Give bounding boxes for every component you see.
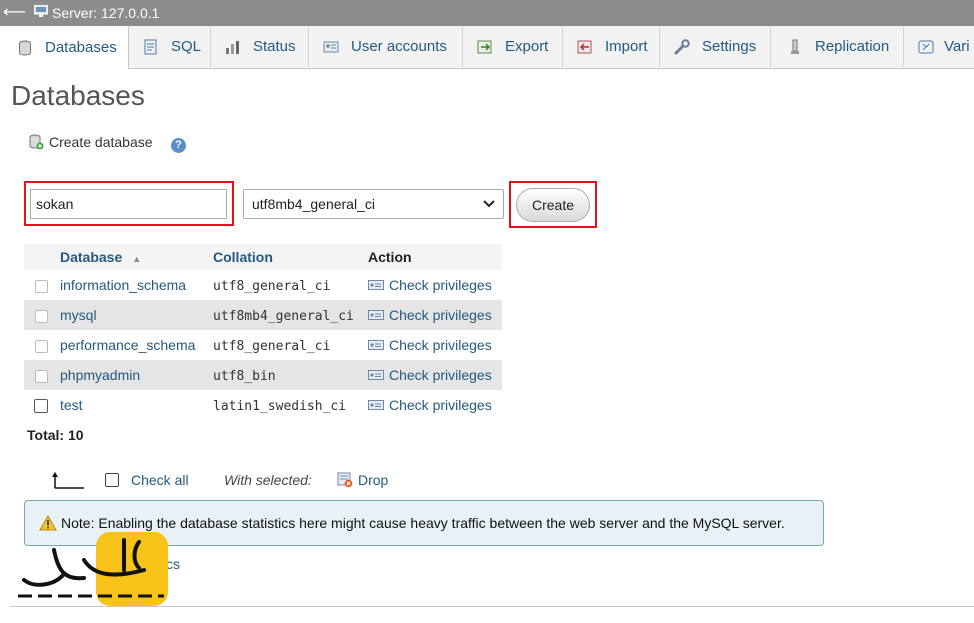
drop-label[interactable]: Drop xyxy=(358,472,388,488)
warning-icon xyxy=(39,515,57,531)
privileges-icon xyxy=(368,310,384,320)
drop-button[interactable]: Drop xyxy=(337,472,388,488)
drop-icon xyxy=(337,472,353,488)
database-icon xyxy=(17,40,33,56)
column-header-database[interactable]: Database ▲ xyxy=(60,244,213,270)
main-tab-bar: Databases SQL Status User accounts Expor… xyxy=(0,26,974,69)
privileges-icon xyxy=(368,370,384,380)
help-icon[interactable]: ? xyxy=(171,138,186,153)
table-row: test latin1_swedish_ci Check privileges xyxy=(24,390,502,420)
export-icon xyxy=(477,39,493,55)
row-checkbox[interactable] xyxy=(35,369,48,383)
check-all-checkbox[interactable] xyxy=(105,473,119,487)
note-text: Note: Enabling the database statistics h… xyxy=(61,515,785,531)
database-link[interactable]: phpmyadmin xyxy=(60,367,140,383)
create-database-label: Create database xyxy=(49,134,153,150)
total-count: Total: 10 xyxy=(27,427,84,443)
check-privileges-link[interactable]: Check privileges xyxy=(368,367,492,383)
server-label[interactable]: Server: 127.0.0.1 xyxy=(52,5,159,21)
databases-table: Database ▲ Collation Action information_s… xyxy=(24,244,502,420)
collation-value: latin1_swedish_ci xyxy=(213,398,347,414)
variables-icon xyxy=(918,39,934,55)
page-title: Databases xyxy=(11,80,145,111)
privileges-icon xyxy=(368,340,384,350)
table-header-row: Database ▲ Collation Action xyxy=(24,244,502,270)
collation-value: utf8mb4_general_ci xyxy=(213,308,354,324)
privileges-icon xyxy=(368,400,384,410)
tab-variables[interactable]: Vari xyxy=(904,26,974,67)
row-checkbox[interactable] xyxy=(35,339,48,353)
privileges-icon xyxy=(368,280,384,290)
database-name-input[interactable] xyxy=(30,189,227,219)
tab-replication[interactable]: Replication xyxy=(771,26,904,67)
tab-status[interactable]: Status xyxy=(211,26,309,67)
table-row: phpmyadmin utf8_bin Check privileges xyxy=(24,360,502,390)
database-link[interactable]: information_schema xyxy=(60,277,186,293)
tab-label: Import xyxy=(605,38,648,55)
wrench-icon xyxy=(674,38,690,55)
column-header-collation[interactable]: Collation xyxy=(213,244,368,270)
import-icon xyxy=(577,39,593,55)
chevron-down-icon xyxy=(483,200,495,208)
check-privileges-link[interactable]: Check privileges xyxy=(368,307,492,323)
tab-label: SQL xyxy=(171,38,202,55)
database-link[interactable]: mysql xyxy=(60,307,97,323)
database-link[interactable]: test xyxy=(60,397,83,413)
server-icon xyxy=(34,5,48,17)
tab-import[interactable]: Import xyxy=(563,26,660,67)
sql-icon xyxy=(143,39,159,55)
collation-value: utf8_general_ci xyxy=(213,278,331,294)
create-database-heading: Create database xyxy=(28,134,153,150)
check-privileges-link[interactable]: Check privileges xyxy=(368,277,492,293)
create-button[interactable]: Create xyxy=(516,188,590,222)
with-selected-label: With selected: xyxy=(224,472,312,488)
check-privileges-link[interactable]: Check privileges xyxy=(368,337,492,353)
collation-value: utf8_general_ci xyxy=(213,338,331,354)
table-row: performance_schema utf8_general_ci Check… xyxy=(24,330,502,360)
check-all[interactable]: Check all xyxy=(105,472,189,488)
row-checkbox[interactable] xyxy=(34,399,48,414)
column-header-action: Action xyxy=(368,244,502,270)
tab-export[interactable]: Export xyxy=(463,26,563,67)
tab-label: Settings xyxy=(702,38,757,55)
database-add-icon xyxy=(29,134,44,150)
tab-label: Export xyxy=(505,38,549,55)
table-row: mysql utf8mb4_general_ci Check privilege… xyxy=(24,300,502,330)
tab-label: Status xyxy=(253,38,296,55)
footer-divider xyxy=(10,606,974,607)
database-link[interactable]: performance_schema xyxy=(60,337,195,353)
server-breadcrumb-bar: ⟵ Server: 127.0.0.1 xyxy=(0,0,974,26)
collation-selected-value: utf8mb4_general_ci xyxy=(252,196,375,212)
tab-label: Vari xyxy=(944,38,970,55)
tab-label: Databases xyxy=(45,39,117,56)
tab-sql[interactable]: SQL xyxy=(129,26,211,67)
replication-icon xyxy=(787,39,803,55)
tab-databases[interactable]: Databases xyxy=(0,26,129,69)
check-all-label[interactable]: Check all xyxy=(131,472,189,488)
select-arrow-icon xyxy=(52,472,84,489)
row-checkbox[interactable] xyxy=(35,309,48,323)
row-checkbox[interactable] xyxy=(35,279,48,293)
collation-value: utf8_bin xyxy=(213,368,276,384)
tab-user-accounts[interactable]: User accounts xyxy=(309,26,463,67)
sort-ascending-icon: ▲ xyxy=(132,254,142,264)
table-row: information_schema utf8_general_ci Check… xyxy=(24,270,502,300)
user-accounts-icon xyxy=(323,39,339,55)
watermark-logo xyxy=(18,532,168,606)
status-icon xyxy=(225,39,241,55)
check-privileges-link[interactable]: Check privileges xyxy=(368,397,492,413)
back-arrow-icon[interactable]: ⟵ xyxy=(3,2,26,22)
tab-settings[interactable]: Settings xyxy=(660,26,771,67)
tab-label: Replication xyxy=(815,38,890,55)
collation-select[interactable]: utf8mb4_general_ci xyxy=(243,189,504,219)
tab-label: User accounts xyxy=(351,38,447,55)
